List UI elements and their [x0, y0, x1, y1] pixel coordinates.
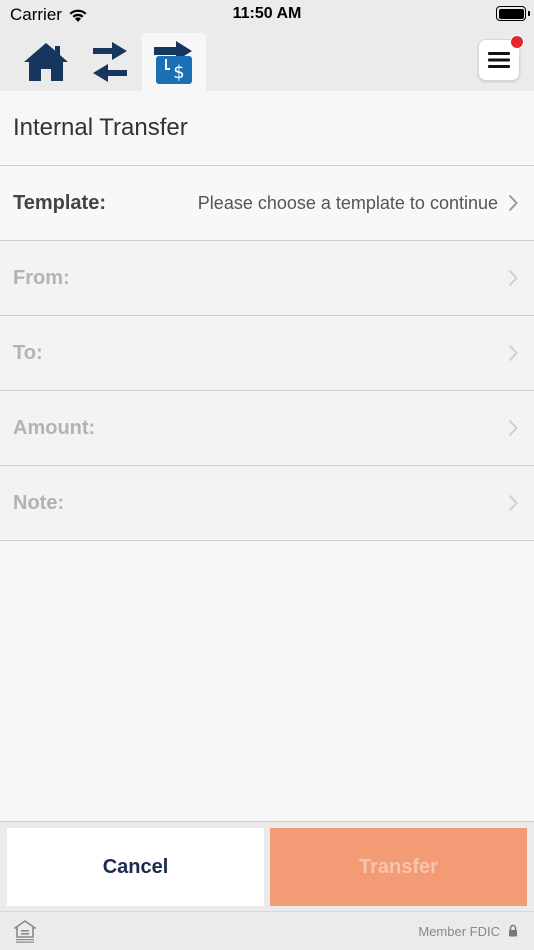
to-label: To:	[13, 341, 43, 364]
lock-icon	[509, 924, 517, 937]
top-nav: $	[0, 30, 534, 91]
battery-icon	[496, 6, 526, 21]
nav-internal-transfer-button[interactable]: $	[142, 33, 206, 91]
template-row[interactable]: Template: Please choose a template to co…	[0, 166, 534, 241]
status-bar: Carrier 11:50 AM	[0, 0, 534, 30]
action-bar: Cancel Transfer	[0, 821, 534, 911]
to-row[interactable]: To:	[0, 316, 534, 391]
amount-label: Amount:	[13, 416, 96, 439]
home-icon	[24, 43, 68, 81]
chevron-right-icon	[508, 419, 520, 437]
member-fdic-label: Member FDIC	[418, 924, 500, 939]
note-row[interactable]: Note:	[0, 466, 534, 541]
footer: Member FDIC	[0, 911, 534, 950]
note-label: Note:	[13, 491, 65, 514]
template-value: Please choose a template to continue	[197, 192, 498, 213]
menu-button[interactable]	[478, 35, 524, 81]
equal-housing-lender-icon	[14, 920, 36, 943]
clock: 11:50 AM	[232, 5, 302, 22]
nav-home-button[interactable]	[14, 33, 78, 91]
page-title: Internal Transfer	[0, 91, 534, 166]
from-row[interactable]: From:	[0, 241, 534, 316]
nav-transfer-button[interactable]	[78, 33, 142, 91]
template-label: Template:	[13, 191, 106, 214]
notification-badge	[510, 35, 524, 49]
cancel-button[interactable]: Cancel	[7, 828, 264, 906]
chevron-right-icon	[508, 344, 520, 362]
transfer-button[interactable]: Transfer	[270, 828, 527, 906]
from-label: From:	[13, 266, 70, 289]
transfer-arrows-icon	[93, 42, 127, 82]
chevron-right-icon	[508, 494, 520, 512]
internal-transfer-icon: $	[154, 41, 192, 84]
chevron-right-icon	[508, 269, 520, 287]
hamburger-menu-icon	[488, 52, 510, 68]
svg-text:$: $	[173, 62, 184, 83]
chevron-right-icon	[508, 194, 520, 212]
amount-row[interactable]: Amount:	[0, 391, 534, 466]
